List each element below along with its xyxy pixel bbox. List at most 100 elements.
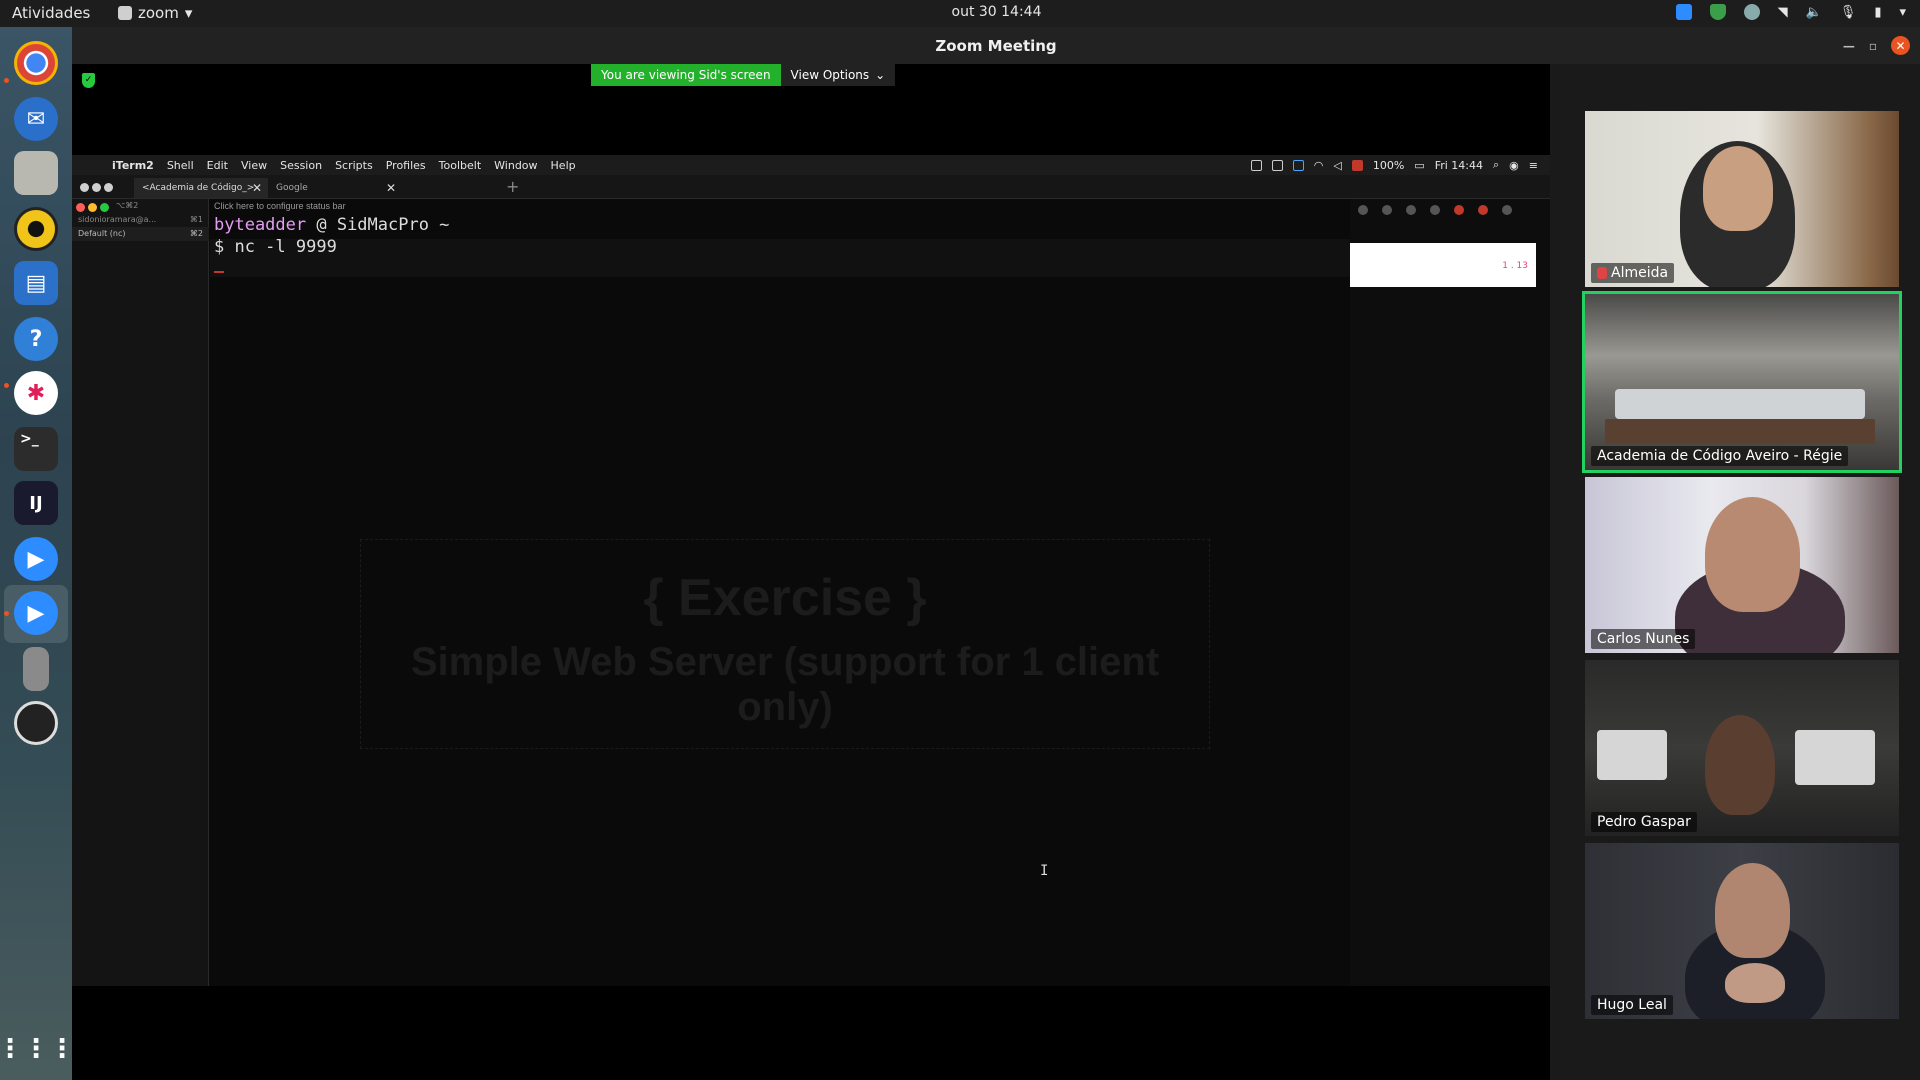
minimize-button[interactable]: — [1843,39,1855,53]
shield-tray-icon[interactable] [1709,4,1726,20]
iterm-tab-bar: <Academia de Código_> ✕ Google ✕ + [72,175,1550,199]
chevron-down-icon[interactable]: ▾ [1899,5,1906,20]
chevron-down-icon: ▾ [184,4,193,22]
menu-icon[interactable] [1502,205,1512,215]
prompt-user: byteadder [214,215,307,235]
close-tab-icon[interactable]: ✕ [252,181,262,195]
maximize-button[interactable]: ▫ [1869,39,1877,53]
minimize-window-dot[interactable] [88,203,97,212]
session-row-active[interactable]: Default (nc) ⌘2 [72,227,209,241]
highlight-band [210,239,1350,277]
session-shortcut: ⌘2 [189,229,203,238]
status-window-icon[interactable] [1271,159,1283,171]
alert-icon[interactable] [1454,205,1464,215]
close-tab-icon[interactable]: ✕ [386,181,396,195]
menu-iterm2[interactable]: iTerm2 [112,159,154,172]
zoom-window-titlebar: Zoom Meeting — ▫ ✕ [72,27,1920,64]
encryption-shield-icon[interactable]: ✓ [82,73,95,88]
slack-icon[interactable]: ✱ [14,371,58,415]
participant-tile[interactable]: Carlos Nunes [1585,477,1899,653]
toolbelt-panel: 1 . 13 [1350,199,1550,986]
monitor [1795,730,1875,785]
zoom-tray-icon[interactable] [1675,4,1692,20]
menu-edit[interactable]: Edit [207,159,228,172]
writer-icon[interactable]: ▤ [14,261,58,305]
usb-drive-icon[interactable] [23,647,49,691]
system-clock[interactable]: out 30 14:44 [0,4,1920,20]
notification-center-icon[interactable]: ≡ [1529,159,1538,172]
status-app-icon[interactable] [1250,159,1262,171]
tab-google[interactable]: Google ✕ [268,178,402,198]
menu-window[interactable]: Window [494,159,537,172]
airplay-icon[interactable] [1292,159,1304,171]
files-icon[interactable] [14,151,58,195]
menu-toolbelt[interactable]: Toolbelt [439,159,482,172]
running-indicator [4,78,9,83]
spotlight-search-icon[interactable]: ⌕ [1493,158,1499,172]
flag-icon[interactable] [1351,159,1363,171]
columns-icon[interactable] [1406,205,1416,215]
record-icon[interactable] [1478,205,1488,215]
filter-icon[interactable] [1358,205,1368,215]
close-window-dot[interactable] [76,203,85,212]
exercise-title: { Exercise } [643,569,927,627]
show-applications-icon[interactable]: ⋮⋮⋮ [0,1027,75,1071]
battery-icon[interactable]: ▮ [1874,5,1881,20]
tab-academia[interactable]: <Academia de Código_> ✕ [134,178,268,198]
zoom-window-dot[interactable] [100,203,109,212]
tab-label: <Academia de Código_> [142,183,255,193]
session-row[interactable]: sidonioramara@a... ⌘1 [72,213,209,227]
participant-face [1705,497,1800,612]
chrome-icon[interactable] [14,41,58,85]
command-line: $ nc -l 9999 [214,237,337,257]
volume-icon[interactable]: ◁ [1333,159,1341,172]
participant-hands [1725,963,1785,1003]
thunderbird-icon[interactable]: ✉ [14,97,58,141]
wifi-icon[interactable]: ◠ [1314,159,1324,172]
app-menu[interactable]: zoom ▾ [118,4,192,22]
intellij-icon[interactable]: IJ [14,481,58,525]
rhythmbox-icon[interactable] [14,207,58,251]
new-tab-button[interactable]: + [506,177,519,196]
menu-profiles[interactable]: Profiles [386,159,426,172]
participant-tile-active-speaker[interactable]: Academia de Código Aveiro - Régie [1582,291,1902,473]
terminal-pane[interactable]: Click here to configure status bar bytea… [210,199,1350,986]
settings-icon[interactable] [1430,205,1440,215]
volume-icon[interactable]: 🔈 [1806,5,1822,20]
wifi-icon[interactable]: ◥ [1778,5,1788,20]
microphone-icon[interactable]: 🎙 [1840,5,1857,20]
participant-tile[interactable]: Almeida [1585,111,1899,287]
activities-button[interactable]: Atividades [12,4,90,22]
zoom-window-dot[interactable] [104,183,113,192]
screenshot-icon[interactable] [14,701,58,745]
participant-name: Hugo Leal [1597,997,1667,1013]
mac-menubar: iTerm2 Shell Edit View Session Scripts P… [72,155,1550,175]
participant-tile[interactable]: Pedro Gaspar [1585,660,1899,836]
close-window-dot[interactable] [80,183,89,192]
prompt-host: @ SidMacPro ~ [306,215,450,235]
menu-shell[interactable]: Shell [167,159,194,172]
close-button[interactable]: ✕ [1891,36,1910,55]
zoom-icon[interactable]: ▶ [14,537,58,581]
muted-mic-icon [1597,267,1607,279]
slack-tray-icon[interactable] [1743,4,1760,20]
toolbelt-value: 1 . 13 [1502,261,1528,271]
gear-icon[interactable] [1382,205,1392,215]
battery-label[interactable]: 100% [1373,159,1404,172]
help-icon[interactable]: ? [14,317,58,361]
zoom-running-icon[interactable]: ▶ [14,591,58,635]
view-options-button[interactable]: View Options ⌄ [780,64,896,86]
menu-scripts[interactable]: Scripts [335,159,373,172]
menu-help[interactable]: Help [551,159,576,172]
minimize-window-dot[interactable] [92,183,101,192]
computer-row [1615,389,1865,419]
menu-view[interactable]: View [241,159,267,172]
status-bar-hint[interactable]: Click here to configure status bar [214,201,346,211]
text-cursor-icon: I [1040,863,1049,879]
mac-clock[interactable]: Fri 14:44 [1435,159,1483,172]
participant-figure [1705,715,1775,815]
siri-icon[interactable]: ◉ [1509,159,1519,172]
menu-session[interactable]: Session [280,159,322,172]
participant-tile[interactable]: Hugo Leal [1585,843,1899,1019]
terminal-icon[interactable]: >_ [14,427,58,471]
